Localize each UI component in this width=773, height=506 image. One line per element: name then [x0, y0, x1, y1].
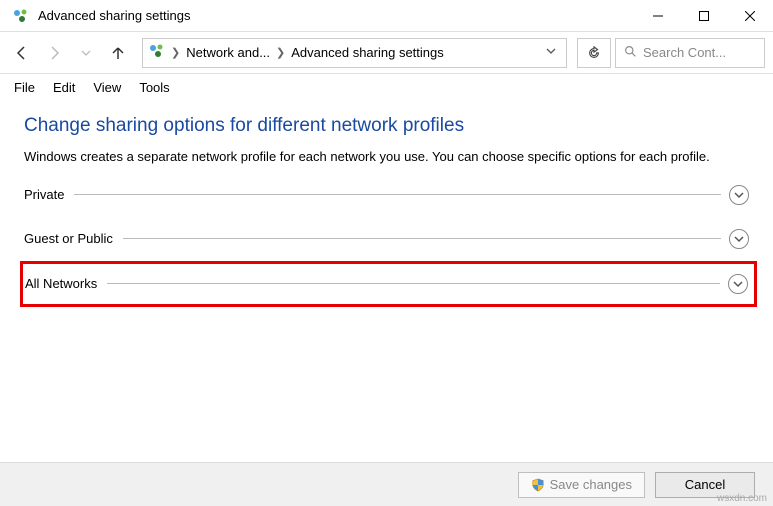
search-box[interactable] — [615, 38, 765, 68]
maximize-button[interactable] — [681, 0, 727, 32]
footer-bar: Save changes Cancel — [0, 462, 773, 506]
expand-button[interactable] — [729, 185, 749, 205]
button-label: Cancel — [685, 477, 725, 492]
menu-tools[interactable]: Tools — [139, 80, 169, 95]
menu-edit[interactable]: Edit — [53, 80, 75, 95]
divider — [107, 283, 720, 284]
recent-dropdown[interactable] — [72, 39, 100, 67]
section-all-networks[interactable]: All Networks — [20, 261, 757, 307]
network-sharing-icon — [12, 7, 30, 25]
refresh-button[interactable] — [577, 38, 611, 68]
divider — [74, 194, 721, 195]
navigation-bar: ❯ Network and... ❯ Advanced sharing sett… — [0, 32, 773, 74]
address-dropdown[interactable] — [542, 46, 560, 59]
save-changes-button[interactable]: Save changes — [518, 472, 645, 498]
chevron-right-icon[interactable]: ❯ — [276, 46, 285, 59]
expand-button[interactable] — [729, 229, 749, 249]
breadcrumb-item[interactable]: Advanced sharing settings — [291, 45, 443, 60]
search-input[interactable] — [643, 45, 756, 60]
minimize-button[interactable] — [635, 0, 681, 32]
menu-file[interactable]: File — [14, 80, 35, 95]
search-icon — [624, 45, 637, 61]
menu-view[interactable]: View — [93, 80, 121, 95]
section-guest-public[interactable]: Guest or Public — [24, 229, 749, 249]
window-title: Advanced sharing settings — [38, 8, 635, 23]
section-label: Private — [24, 187, 74, 202]
up-button[interactable] — [104, 39, 132, 67]
button-label: Save changes — [550, 477, 632, 492]
address-bar[interactable]: ❯ Network and... ❯ Advanced sharing sett… — [142, 38, 567, 68]
uac-shield-icon — [531, 478, 545, 492]
section-label: All Networks — [25, 276, 107, 291]
breadcrumb-item[interactable]: Network and... — [186, 45, 270, 60]
back-button[interactable] — [8, 39, 36, 67]
titlebar: Advanced sharing settings — [0, 0, 773, 32]
expand-button[interactable] — [728, 274, 748, 294]
watermark: wsxdn.com — [717, 493, 767, 504]
chevron-right-icon[interactable]: ❯ — [171, 46, 180, 59]
content-area: Change sharing options for different net… — [0, 101, 773, 307]
network-sharing-icon — [149, 43, 165, 62]
page-description: Windows creates a separate network profi… — [24, 147, 744, 167]
page-heading: Change sharing options for different net… — [24, 115, 749, 137]
window-controls — [635, 0, 773, 32]
close-button[interactable] — [727, 0, 773, 32]
section-label: Guest or Public — [24, 231, 123, 246]
menu-bar: File Edit View Tools — [0, 74, 773, 101]
divider — [123, 238, 721, 239]
forward-button[interactable] — [40, 39, 68, 67]
section-private[interactable]: Private — [24, 185, 749, 205]
